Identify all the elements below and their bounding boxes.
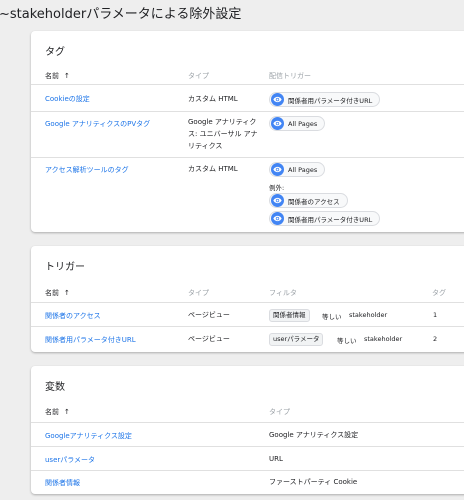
page-title: ~stakeholderパラメータによる除外設定	[0, 7, 242, 22]
divider	[31, 422, 464, 423]
tag-row-name[interactable]: Cookieの設定	[45, 94, 90, 104]
trigger-pill-label: All Pages	[288, 165, 318, 174]
exception-trigger-pill[interactable]: 関係者用パラメータ付きURL	[269, 211, 381, 226]
trigger-pill-label: 関係者用パラメータ付きURL	[288, 215, 373, 224]
tag-row-type: カスタム HTML	[188, 165, 238, 173]
trigger-pill[interactable]: 関係者用パラメータ付きURL	[269, 92, 381, 107]
trigger-pill-label: All Pages	[288, 119, 318, 128]
variables-card-title: 変数	[45, 382, 65, 393]
tags-col-type-header: タイプ	[188, 72, 209, 80]
triggers-col-tags-header: タグ	[432, 289, 446, 297]
triggers-col-name-label: 名前	[45, 289, 59, 297]
variable-row-name[interactable]: 関係者情報	[45, 478, 80, 488]
variable-row-name[interactable]: userパラメータ	[45, 455, 95, 465]
trigger-tag-count: 1	[433, 311, 438, 319]
trigger-tag-count: 2	[433, 335, 438, 343]
variable-row-type: URL	[269, 455, 283, 463]
trigger-row-name[interactable]: 関係者のアクセス	[45, 311, 101, 321]
variables-col-type-header: タイプ	[269, 408, 290, 416]
tags-col-trigger-header: 配信トリガー	[269, 72, 311, 80]
eye-icon	[271, 93, 284, 106]
exception-label: 例外:	[269, 184, 285, 192]
variable-row-type: ファーストパーティ Cookie	[269, 478, 358, 486]
tags-card-title: タグ	[45, 47, 65, 58]
tag-row-name[interactable]: アクセス解析ツールのタグ	[45, 165, 129, 175]
variables-card: 変数 名前 ↑ タイプ Googleアナリティクス設定 Google アナリティク…	[31, 366, 464, 494]
trigger-row-type: ページビュー	[188, 311, 230, 319]
triggers-col-filter-header: フィルタ	[269, 289, 297, 297]
filter-variable-chip: 関係者情報	[269, 309, 310, 322]
exception-trigger-pill[interactable]: 関係者のアクセス	[269, 193, 348, 208]
divider	[31, 84, 464, 85]
trigger-pill-label: 関係者用パラメータ付きURL	[288, 96, 373, 105]
tags-card: タグ 名前 ↑ タイプ 配信トリガー Cookieの設定 カスタム HTML 関係…	[31, 31, 464, 232]
tag-row-type-line: リティクス	[188, 142, 223, 150]
eye-icon	[271, 117, 284, 130]
trigger-row-type: ページビュー	[188, 335, 230, 343]
trigger-pill-label: 関係者のアクセス	[288, 197, 340, 206]
variables-col-name-header[interactable]: 名前 ↑	[45, 407, 70, 417]
arrow-up-icon: ↑	[64, 289, 70, 297]
trigger-pill[interactable]: All Pages	[269, 162, 326, 177]
divider	[31, 446, 464, 447]
divider	[31, 111, 464, 112]
trigger-pill[interactable]: All Pages	[269, 116, 326, 131]
eye-icon	[271, 194, 284, 207]
tag-row-type: カスタム HTML	[188, 95, 238, 103]
triggers-col-name-header[interactable]: 名前 ↑	[45, 288, 70, 298]
tag-row-name[interactable]: Google アナリティクスのPVタグ	[45, 119, 150, 129]
eye-icon	[271, 212, 284, 225]
divider	[31, 326, 464, 327]
variables-col-name-label: 名前	[45, 408, 59, 416]
filter-operator: 等しい	[322, 313, 342, 321]
divider	[31, 302, 464, 303]
tag-row-type-line: ス: ユニバーサル アナ	[188, 130, 258, 138]
triggers-card: トリガー 名前 ↑ タイプ フィルタ タグ 関係者のアクセス ページビュー 関係者…	[31, 246, 464, 352]
tags-col-name-header[interactable]: 名前 ↑	[45, 71, 70, 81]
variable-row-type: Google アナリティクス設定	[269, 431, 359, 439]
filter-value: stakeholder	[364, 335, 403, 343]
filter-operator: 等しい	[337, 337, 357, 345]
divider	[31, 157, 464, 158]
eye-icon	[271, 163, 284, 176]
filter-value: stakeholder	[349, 311, 388, 319]
tags-col-name-label: 名前	[45, 72, 59, 80]
arrow-up-icon: ↑	[64, 408, 70, 416]
triggers-col-type-header: タイプ	[188, 289, 209, 297]
triggers-card-title: トリガー	[45, 262, 85, 273]
divider	[31, 470, 464, 471]
trigger-row-name[interactable]: 関係者用パラメータ付きURL	[45, 335, 136, 345]
variable-row-name[interactable]: Googleアナリティクス設定	[45, 431, 132, 441]
tag-row-type-line: Google アナリティク	[188, 118, 257, 126]
filter-variable-chip: userパラメータ	[269, 333, 324, 346]
arrow-up-icon: ↑	[64, 72, 70, 80]
